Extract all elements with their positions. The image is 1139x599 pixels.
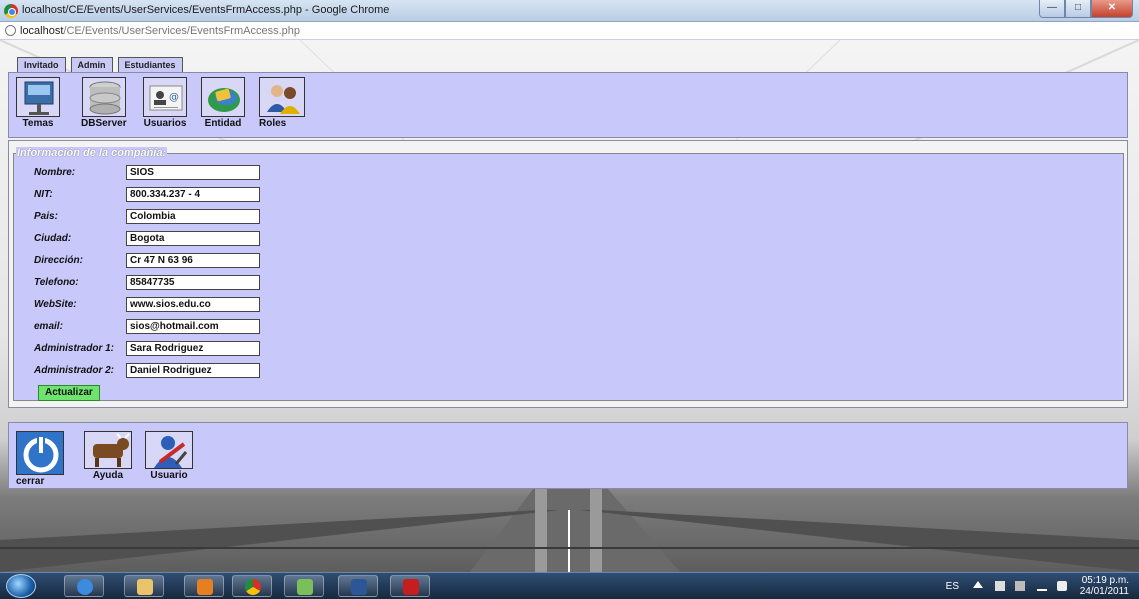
volume-icon[interactable] <box>1057 581 1067 591</box>
database-icon <box>81 77 126 117</box>
entity-icon <box>201 77 245 117</box>
taskbar: ES 05:19 p.m. 24/01/2011 <box>0 572 1139 599</box>
window-title: localhost/CE/Events/UserServices/EventsF… <box>22 4 390 16</box>
user-roles-icon <box>259 77 305 117</box>
telefono-label: Telefono: <box>34 277 79 288</box>
roles-button[interactable]: Roles <box>259 77 305 129</box>
address-bar[interactable]: localhost/CE/Events/UserServices/EventsF… <box>0 22 1139 40</box>
power-status-icon[interactable] <box>1015 581 1025 591</box>
nombre-field[interactable]: SIOS <box>126 165 260 180</box>
network-signal-icon[interactable] <box>1037 581 1047 591</box>
admin1-label: Administrador 1: <box>34 343 115 354</box>
pais-label: Pais: <box>34 211 58 222</box>
chrome-icon <box>4 4 18 18</box>
taskbar-internet-explorer[interactable] <box>64 575 104 597</box>
temas-label: Temas <box>22 118 54 129</box>
taskbar-acrobat[interactable] <box>390 575 430 597</box>
chrome-icon <box>245 579 261 595</box>
taskbar-file-explorer[interactable] <box>124 575 164 597</box>
company-info-fieldset: Información de la compañía: Nombre: SIOS… <box>13 147 1124 401</box>
svg-text:@: @ <box>169 92 179 103</box>
user-tools-icon <box>145 431 193 469</box>
role-tabs: Invitado Admin Estudiantes <box>17 57 183 72</box>
ayuda-label: Ayuda <box>92 470 124 481</box>
dbserver-label: DBServer <box>81 118 127 129</box>
usuarios-button[interactable]: @ Usuarios <box>143 77 187 129</box>
clock-time: 05:19 p.m. <box>1081 575 1129 586</box>
website-field[interactable]: www.sios.edu.co <box>126 297 260 312</box>
cerrar-label: cerrar <box>16 476 45 487</box>
usuarios-label: Usuarios <box>143 118 187 129</box>
url-host: localhost <box>20 25 64 37</box>
tab-admin[interactable]: Admin <box>70 57 113 72</box>
action-center-icon[interactable] <box>995 581 1005 591</box>
media-player-icon <box>197 579 213 595</box>
file-explorer-icon <box>137 579 153 595</box>
url-path: /CE/Events/UserServices/EventsFrmAccess.… <box>63 25 300 37</box>
cow-icon <box>84 431 132 469</box>
close-button[interactable]: ✕ <box>1091 0 1133 18</box>
system-tray: ES 05:19 p.m. 24/01/2011 <box>933 573 1133 599</box>
minimize-button[interactable]: — <box>1039 0 1065 18</box>
clock-date: 24/01/2011 <box>1079 586 1129 597</box>
nit-label: NIT: <box>34 189 53 200</box>
taskbar-word[interactable] <box>338 575 378 597</box>
notepad-icon <box>297 579 313 595</box>
maximize-button[interactable]: □ <box>1065 0 1091 18</box>
direccion-field[interactable]: Cr 47 N 63 96 <box>126 253 260 268</box>
ayuda-button[interactable]: Ayuda <box>84 431 132 481</box>
usuario-label: Usuario <box>150 470 188 481</box>
contact-card-icon: @ <box>143 77 187 117</box>
bottom-toolbar: cerrar Ayuda Usuario <box>8 422 1128 489</box>
telefono-field[interactable]: 85847735 <box>126 275 260 290</box>
temas-button[interactable]: Temas <box>16 77 60 129</box>
main-content: Información de la compañía: Nombre: SIOS… <box>8 140 1128 408</box>
nit-field[interactable]: 800.334.237 - 4 <box>126 187 260 202</box>
presentation-icon <box>16 77 60 117</box>
page-info-icon[interactable] <box>5 25 16 36</box>
clock[interactable]: 05:19 p.m. 24/01/2011 <box>1080 575 1129 597</box>
nombre-label: Nombre: <box>34 167 76 178</box>
admin2-label: Administrador 2: <box>34 365 115 376</box>
direccion-label: Dirección: <box>34 255 83 266</box>
pais-field[interactable]: Colombia <box>126 209 260 224</box>
page-viewport: Invitado Admin Estudiantes Temas DBServe… <box>0 40 1139 572</box>
ciudad-field[interactable]: Bogota <box>126 231 260 246</box>
window-controls: — □ ✕ <box>1039 0 1133 18</box>
taskbar-notepad[interactable] <box>284 575 324 597</box>
admin-toolbar: Temas DBServer @ Usuarios Entidad Roles <box>8 72 1128 138</box>
email-field[interactable]: sios@hotmail.com <box>126 319 260 334</box>
power-icon <box>16 431 64 475</box>
start-button[interactable] <box>6 574 36 598</box>
email-label: email: <box>34 321 63 332</box>
taskbar-chrome[interactable] <box>232 575 272 597</box>
cerrar-button[interactable]: cerrar <box>16 431 64 487</box>
website-label: WebSite: <box>34 299 77 310</box>
dbserver-button[interactable]: DBServer <box>81 77 127 129</box>
usuario-button[interactable]: Usuario <box>145 431 193 481</box>
actualizar-button[interactable]: Actualizar <box>38 385 100 401</box>
entidad-button[interactable]: Entidad <box>201 77 245 129</box>
entidad-label: Entidad <box>204 118 242 129</box>
admin1-field[interactable]: Sara Rodriguez <box>126 341 260 356</box>
acrobat-icon <box>403 579 419 595</box>
show-hidden-icons-icon[interactable] <box>973 581 983 588</box>
ciudad-label: Ciudad: <box>34 233 72 244</box>
url-text[interactable]: localhost/CE/Events/UserServices/EventsF… <box>20 25 300 37</box>
admin2-field[interactable]: Daniel Rodriguez <box>126 363 260 378</box>
word-icon <box>351 579 367 595</box>
window-titlebar: localhost/CE/Events/UserServices/EventsF… <box>0 0 1139 22</box>
internet-explorer-icon <box>77 579 93 595</box>
taskbar-media-player[interactable] <box>184 575 224 597</box>
tab-estudiantes[interactable]: Estudiantes <box>117 57 183 72</box>
language-indicator[interactable]: ES <box>946 581 959 592</box>
roles-label: Roles <box>259 118 287 129</box>
company-info-legend: Información de la compañía: <box>16 147 168 159</box>
tab-invitado[interactable]: Invitado <box>17 57 66 72</box>
